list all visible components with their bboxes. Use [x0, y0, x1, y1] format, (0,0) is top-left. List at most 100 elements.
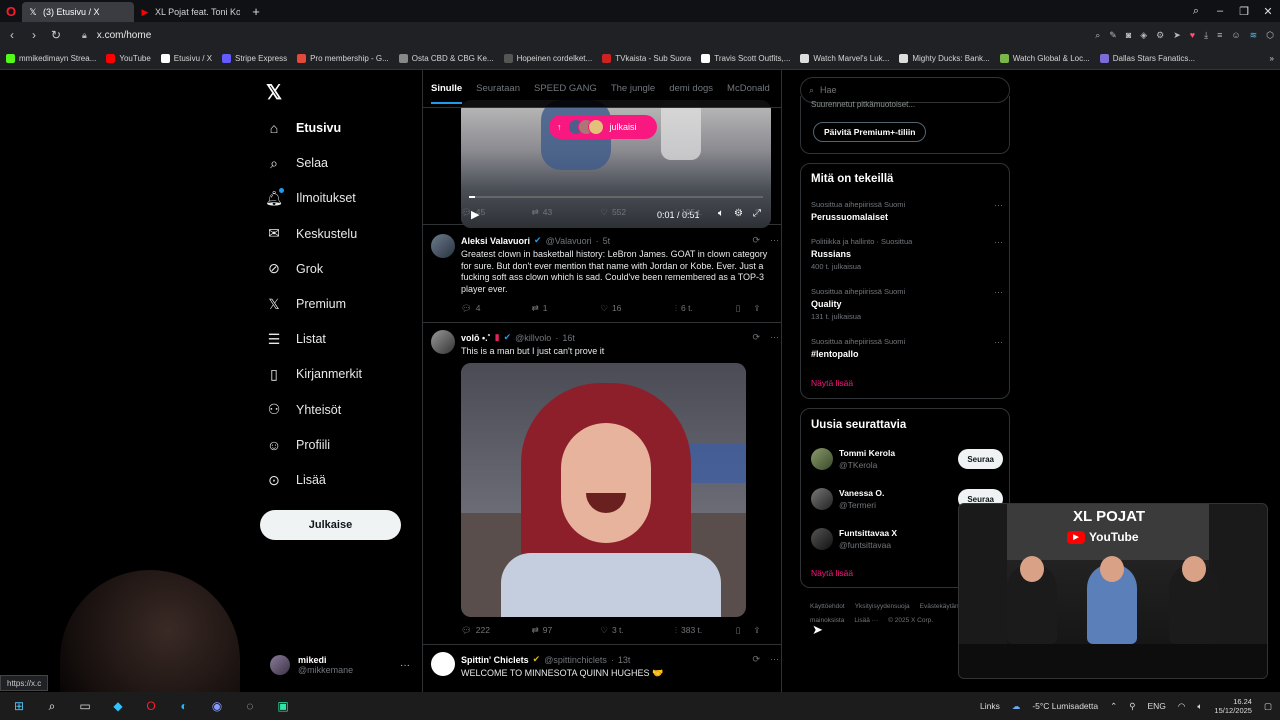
- repost-button[interactable]: ⇄ 43: [532, 207, 601, 218]
- avatar[interactable]: [431, 330, 455, 354]
- grok-icon[interactable]: ⟳: [752, 332, 760, 343]
- discord-icon[interactable]: ◉: [206, 695, 228, 717]
- footer-link[interactable]: Käyttöehdot: [810, 603, 845, 610]
- bookmark-item[interactable]: Stripe Express: [222, 54, 287, 63]
- post-button[interactable]: Julkaise: [260, 510, 401, 540]
- new-posts-pill[interactable]: ↑ julkaisi: [549, 115, 657, 139]
- post-photo[interactable]: [461, 363, 746, 617]
- lock-icon[interactable]: 🔒︎: [82, 30, 87, 41]
- reply-button[interactable]: 💬︎ 222: [461, 625, 532, 636]
- author-name[interactable]: volō •.˚: [461, 333, 491, 343]
- like-button[interactable]: ♡ 16: [600, 303, 675, 314]
- opera-settings-icon[interactable]: ⬡: [1266, 30, 1274, 41]
- sidebar-item-profile[interactable]: ☺ Profiili: [266, 437, 330, 453]
- more-dots-icon[interactable]: ···: [770, 654, 779, 665]
- bookmark-item[interactable]: Hopeinen cordelket...: [503, 54, 592, 63]
- video-progress-bar[interactable]: [469, 196, 763, 198]
- follow-button[interactable]: Seuraa: [958, 449, 1003, 469]
- opera-logo-icon[interactable]: O: [0, 0, 22, 22]
- post-text[interactable]: WELCOME TO MINNESOTA QUINN HUGHES 🤝: [461, 668, 775, 680]
- author-handle[interactable]: @Valavuori: [546, 236, 592, 246]
- share-button[interactable]: ⇪: [753, 303, 771, 314]
- bookmark-item[interactable]: Mighty Ducks: Bank...: [899, 54, 990, 63]
- trend-item[interactable]: Politiikka ja hallinto · Suosittua Russia…: [811, 237, 1003, 271]
- minimize-icon[interactable]: –: [1208, 5, 1232, 17]
- feed-tab[interactable]: The jungle: [611, 83, 655, 94]
- bookmark-item[interactable]: mmikedimayn Strea...: [6, 54, 96, 63]
- show-more-link[interactable]: Näytä lisää: [811, 568, 853, 578]
- x-logo-icon[interactable]: 𝕏: [266, 80, 282, 105]
- sidebar-item-envelope[interactable]: ✉ Keskustelu: [266, 225, 357, 242]
- picture-in-picture-video[interactable]: XL POJAT ▶ YouTube: [958, 503, 1268, 679]
- weather-widget[interactable]: -5°C Lumisadetta: [1032, 701, 1098, 711]
- post-text[interactable]: This is a man but I just can't prove it: [461, 346, 775, 358]
- edge-icon[interactable]: ◐: [173, 695, 195, 717]
- bookmark-button[interactable]: ▯: [736, 207, 754, 218]
- bookmark-item[interactable]: TVkaista - Sub Suora: [602, 54, 691, 63]
- grok-icon[interactable]: ⟳: [752, 654, 760, 665]
- sidebar-item-x[interactable]: 𝕏 Premium: [266, 296, 346, 312]
- more-dots-icon[interactable]: ···: [994, 237, 1003, 247]
- heart-icon[interactable]: ♥: [1190, 30, 1195, 40]
- post-text[interactable]: Greatest clown in basketball history: Le…: [461, 249, 775, 296]
- send-icon[interactable]: ➤: [1173, 30, 1181, 41]
- new-tab-button[interactable]: +: [246, 1, 266, 21]
- url-field[interactable]: x.com/home: [97, 30, 1085, 41]
- sidebar-item-list[interactable]: ☰ Listat: [266, 331, 326, 347]
- app-icon[interactable]: ▣: [272, 695, 294, 717]
- sidebar-item-people[interactable]: ⚇ Yhteisöt: [266, 401, 341, 418]
- language-indicator[interactable]: ENG: [1147, 701, 1165, 711]
- bookmark-item[interactable]: YouTube: [106, 54, 151, 63]
- author-name[interactable]: Spittin' Chiclets: [461, 655, 529, 665]
- widgets-icon[interactable]: ◆: [107, 695, 129, 717]
- repost-button[interactable]: ⇄ 97: [532, 625, 601, 636]
- trend-item[interactable]: Suosittua aihepiirissä Suomi Quality 131 t…: [811, 287, 1003, 321]
- feed-tab[interactable]: demi dogs: [669, 83, 713, 94]
- post-time[interactable]: 16t: [562, 333, 575, 343]
- back-icon[interactable]: ‹: [6, 28, 18, 42]
- maximize-icon[interactable]: ❐: [1232, 5, 1256, 18]
- search-icon[interactable]: ⌕: [41, 695, 63, 717]
- more-dots-icon[interactable]: ···: [994, 200, 1003, 210]
- bookmark-button[interactable]: ▯: [736, 303, 754, 314]
- bookmark-item[interactable]: Pro membership - G...: [297, 54, 389, 63]
- sidebar-item-bookmark[interactable]: ▯ Kirjanmerkit: [266, 366, 362, 382]
- search-tabs-icon[interactable]: ⌕: [1184, 5, 1208, 18]
- like-button[interactable]: ♡ 552: [600, 207, 675, 218]
- sidebar-item-more-circle[interactable]: ⊙ Lisää: [266, 472, 326, 488]
- bookmark-button[interactable]: ▯: [736, 625, 754, 636]
- author-handle[interactable]: @spittinchiclets: [544, 655, 607, 665]
- views-button[interactable]: ⫶ 383 t.: [675, 625, 736, 636]
- shield-icon[interactable]: ◈: [1140, 30, 1147, 41]
- tab-youtube[interactable]: ▶ XL Pojat feat. Toni Kohon: [134, 2, 246, 22]
- settings-icon[interactable]: ⚙: [1156, 30, 1164, 41]
- views-button[interactable]: ⫶ 6 t.: [675, 303, 736, 314]
- bookmarks-overflow-icon[interactable]: »: [1270, 54, 1274, 63]
- download-icon[interactable]: ⤓: [1204, 30, 1208, 41]
- bookmark-item[interactable]: Etusivu / X: [160, 54, 212, 63]
- trend-item[interactable]: Suosittua aihepiirissä Suomi #lentopallo ·…: [811, 337, 1003, 359]
- author-name[interactable]: Aleksi Valavuori: [461, 236, 530, 246]
- bookmark-item[interactable]: Travis Scott Outfits,...: [701, 54, 790, 63]
- upgrade-premium-button[interactable]: Päivitä Premium+-tiliin: [813, 122, 927, 142]
- avatar[interactable]: [811, 528, 833, 550]
- footer-link[interactable]: © 2025 X Corp.: [888, 617, 933, 624]
- sidebar-item-bell[interactable]: 🔔︎ Ilmoitukset: [265, 190, 356, 206]
- network-icon[interactable]: ⚲: [1129, 701, 1135, 712]
- show-more-link[interactable]: Näytä lisää: [811, 378, 853, 388]
- feed-tab[interactable]: SPEED GANG: [534, 83, 597, 94]
- share-button[interactable]: ⇪: [753, 625, 771, 636]
- account-switcher[interactable]: mikedi @mikkemane ···: [270, 650, 410, 680]
- post-time[interactable]: 13t: [618, 655, 631, 665]
- feed-tab[interactable]: McDonald: [727, 83, 770, 94]
- windows-start-icon[interactable]: ⊞: [8, 695, 30, 717]
- avatar[interactable]: [811, 448, 833, 470]
- reply-button[interactable]: 💬︎ 4: [461, 303, 532, 314]
- trend-item[interactable]: Suosittua aihepiirissä Suomi Perussuomala…: [811, 200, 1003, 222]
- bookmark-item[interactable]: Watch Global & Loc...: [999, 54, 1090, 63]
- share-button[interactable]: ⇪: [753, 207, 771, 218]
- forward-icon[interactable]: ›: [28, 28, 40, 42]
- chevron-up-icon[interactable]: ⌃: [1110, 701, 1117, 712]
- footer-link[interactable]: Yksityisyydensuoja: [855, 603, 910, 610]
- bookmark-item[interactable]: Dallas Stars Fanatics...: [1099, 54, 1195, 63]
